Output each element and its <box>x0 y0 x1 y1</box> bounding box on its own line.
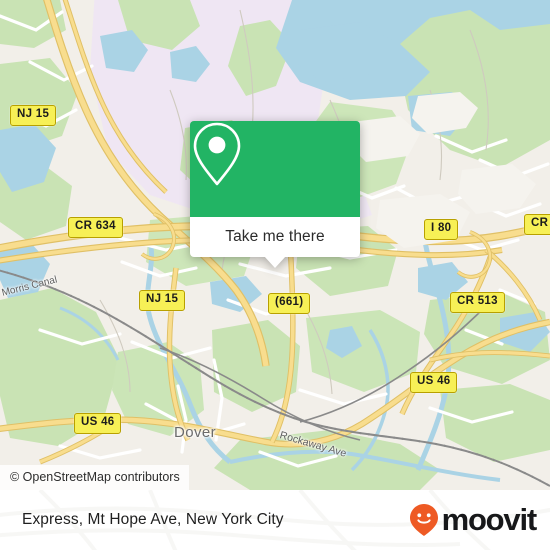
popup-action-bar[interactable]: Take me there <box>190 217 360 268</box>
road-shield-cr513[interactable]: CR 513 <box>450 292 505 313</box>
road-shield-i80[interactable]: I 80 <box>424 219 459 240</box>
location-title: Express, Mt Hope Ave, New York City <box>22 511 284 528</box>
moovit-smiley-pin-icon <box>409 504 438 536</box>
popup-tail <box>264 256 286 268</box>
road-shield-661[interactable]: (661) <box>268 293 311 314</box>
road-shield-us46-east[interactable]: US 46 <box>410 372 458 393</box>
road-shield-cr634[interactable]: CR 634 <box>68 217 123 238</box>
map-canvas[interactable]: NJ 15 CR 634 I 80 CR 5 NJ 15 (661) CR 51… <box>0 0 550 490</box>
road-shield-nj15-south[interactable]: NJ 15 <box>139 290 186 311</box>
road-shield-us46-west[interactable]: US 46 <box>74 413 122 434</box>
moovit-brand-logo[interactable]: moovit <box>409 502 538 538</box>
destination-popup-card[interactable]: Take me there <box>190 121 360 268</box>
map-pin-icon <box>193 122 241 186</box>
moovit-map-screenshot: NJ 15 CR 634 I 80 CR 5 NJ 15 (661) CR 51… <box>0 0 550 550</box>
footer-bar: Express, Mt Hope Ave, New York City moov… <box>0 490 550 550</box>
road-shield-cr5-clipped[interactable]: CR 5 <box>524 214 550 235</box>
road-shield-nj15[interactable]: NJ 15 <box>10 105 57 126</box>
map-attribution[interactable]: © OpenStreetMap contributors <box>0 465 189 490</box>
take-me-there-label: Take me there <box>225 228 325 245</box>
place-label-dover: Dover <box>174 424 217 441</box>
popup-header <box>190 121 360 217</box>
moovit-wordmark: moovit <box>441 502 538 537</box>
